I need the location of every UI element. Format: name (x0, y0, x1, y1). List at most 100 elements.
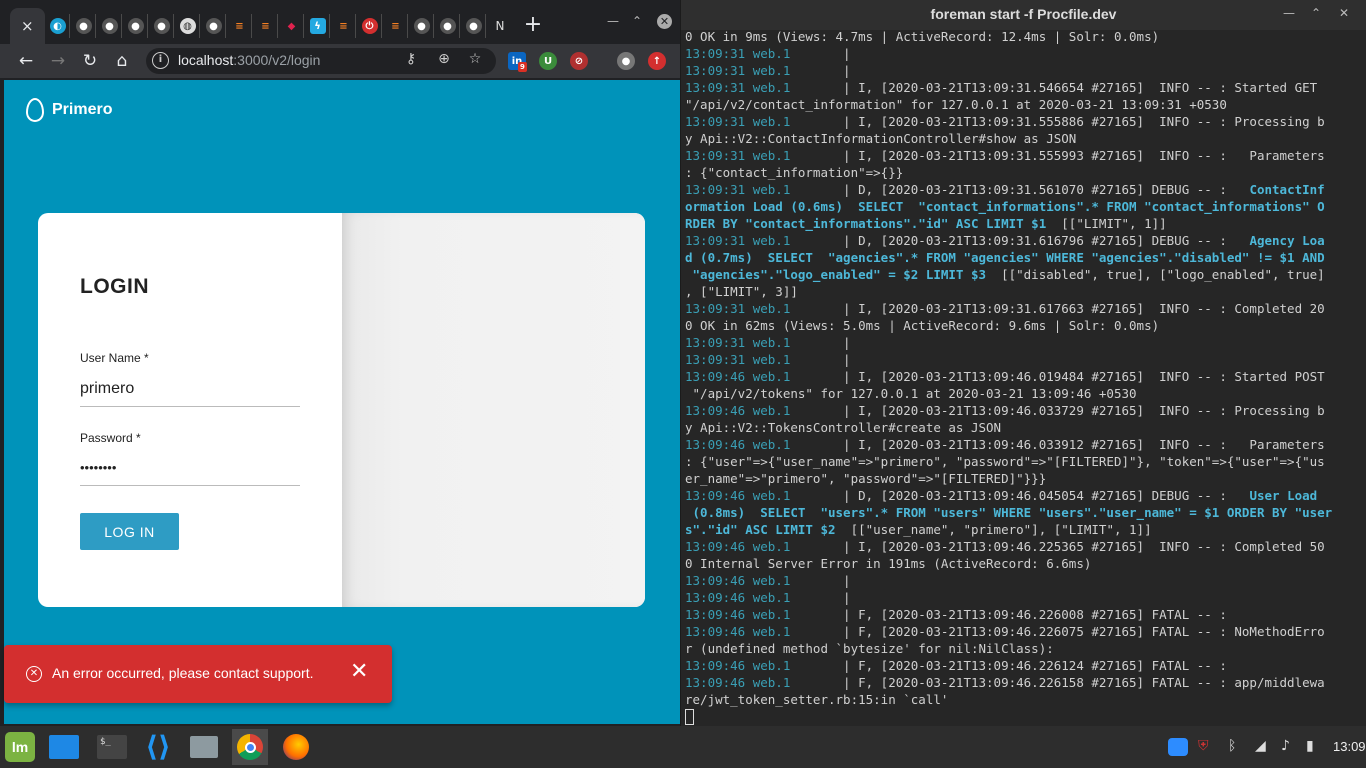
tab-n-label: N (495, 19, 505, 33)
grammar-extension-icon[interactable]: U (539, 52, 557, 70)
terminal-close-icon[interactable]: ✕ (1339, 6, 1349, 20)
show-desktop-icon[interactable] (46, 729, 82, 765)
tab-power[interactable]: ⏻ (358, 14, 382, 38)
terminal-line: 0 Internal Server Error in 191ms (Active… (685, 555, 1365, 572)
password-input[interactable]: •••••••• (80, 460, 300, 486)
tab-stackoverflow-3[interactable]: ≡ (332, 14, 356, 38)
tab-primero[interactable]: ◐ (46, 14, 70, 38)
terminal-line: ormation Load (0.6ms) SELECT "contact_in… (685, 198, 1365, 215)
terminal-line: RDER BY "contact_informations"."id" ASC … (685, 215, 1365, 232)
log-text: | F, [2020-03-21T13:09:46.226124 #27165]… (790, 658, 1227, 673)
terminal-output[interactable]: 0 OK in 9ms (Views: 4.7ms | ActiveRecord… (685, 28, 1365, 728)
address-bar[interactable]: i localhost:3000/v2/login ⚷ ⊕ ☆ (146, 48, 496, 74)
taskbar: lm $_ ⟨⟩ ⛨ ᛒ ◢ ♪ ▮ 13:09 (0, 726, 1366, 768)
tab-github-7[interactable]: ● (436, 14, 460, 38)
terminal-line: y Api::V2::ContactInformationController#… (685, 130, 1365, 147)
bookmark-star-icon[interactable]: ☆ (466, 51, 484, 67)
log-text: | F, [2020-03-21T13:09:46.226158 #27165]… (790, 675, 1325, 690)
update-arrow-icon[interactable]: ↑ (648, 52, 666, 70)
terminal-line: 13:09:46 web.1 | D, [2020-03-21T13:09:46… (685, 487, 1365, 504)
terminal-prompt-line (685, 708, 1365, 725)
log-text: r (undefined method `bytesize' for nil:N… (685, 641, 1054, 656)
tab-bolt[interactable]: ϟ (306, 14, 330, 38)
terminal-line: 13:09:46 web.1 | I, [2020-03-21T13:09:46… (685, 368, 1365, 385)
zoom-icon[interactable]: ⊕ (435, 51, 453, 67)
url-text[interactable]: localhost:3000/v2/login (178, 52, 320, 68)
mint-menu-icon[interactable]: lm (2, 729, 38, 765)
clock[interactable]: 13:09 (1333, 739, 1366, 754)
log-timestamp: 13:09:31 web.1 (685, 80, 791, 95)
terminal-line: 13:09:31 web.1 | D, [2020-03-21T13:09:31… (685, 232, 1365, 249)
stackoverflow-icon: ≡ (339, 20, 348, 32)
site-info-icon[interactable]: i (152, 52, 169, 69)
bluetooth-icon[interactable]: ᛒ (1228, 738, 1236, 754)
maximize-icon[interactable]: ⌃ (632, 14, 642, 28)
file-manager-icon[interactable] (186, 729, 222, 765)
username-input[interactable]: primero (80, 380, 300, 407)
terminal-minimize-icon[interactable]: — (1283, 6, 1295, 20)
log-text: | D, [2020-03-21T13:09:31.561070 #27165]… (790, 182, 1250, 197)
tab-github-2[interactable]: ● (98, 14, 122, 38)
login-button[interactable]: LOG IN (80, 513, 179, 550)
tab-github-5[interactable]: ● (202, 14, 226, 38)
vscode-icon[interactable]: ⟨⟩ (140, 729, 176, 765)
terminal-line: "agencies"."logo_enabled" = $2 LIMIT $3 … (685, 266, 1365, 283)
log-text: [["user_name", "primero"], ["LIMIT", 1]] (835, 522, 1152, 537)
log-text: | D, [2020-03-21T13:09:46.045054 #27165]… (790, 488, 1250, 503)
key-icon[interactable]: ⚷ (402, 51, 420, 67)
back-arrow-icon[interactable]: ← (15, 50, 37, 72)
tab-gem[interactable]: ◆ (280, 14, 304, 38)
sound-icon[interactable]: ♪ (1281, 738, 1290, 754)
terminal-window[interactable]: foreman start -f Procfile.dev — ⌃ ✕ 0 OK… (681, 0, 1366, 726)
window-close-icon[interactable]: ✕ (657, 14, 672, 29)
linkedin-extension-icon[interactable]: in 9 (508, 52, 527, 72)
log-timestamp: 13:09:46 web.1 (685, 624, 791, 639)
log-timestamp: 13:09:31 web.1 (685, 352, 791, 367)
wifi-icon[interactable]: ◢ (1255, 738, 1266, 754)
tab-github-3[interactable]: ● (124, 14, 148, 38)
log-text: | I, [2020-03-21T13:09:31.555886 #27165]… (790, 114, 1325, 129)
terminal-line: 13:09:31 web.1 | (685, 351, 1365, 368)
sql-text: RDER BY "contact_informations"."id" ASC … (685, 216, 1047, 231)
tab-n[interactable]: N (488, 14, 512, 38)
username-label: User Name * (80, 351, 149, 365)
home-icon[interactable]: ⌂ (111, 50, 133, 72)
tab-github-6[interactable]: ● (410, 14, 434, 38)
log-text: | I, [2020-03-21T13:09:31.546654 #27165]… (790, 80, 1318, 95)
log-timestamp: 13:09:46 web.1 (685, 658, 791, 673)
log-text: | F, [2020-03-21T13:09:46.226008 #27165]… (790, 607, 1227, 622)
snackbar-close-icon[interactable]: ✕ (350, 661, 368, 683)
shield-tray-icon[interactable]: ⛨ (1198, 738, 1209, 754)
tab-github-4[interactable]: ● (150, 14, 174, 38)
terminal-maximize-icon[interactable]: ⌃ (1311, 6, 1321, 20)
terminal-title: foreman start -f Procfile.dev (930, 6, 1117, 22)
terminal-app-icon[interactable]: $_ (94, 729, 130, 765)
new-tab-button[interactable]: + (522, 13, 544, 37)
blocker-extension-icon[interactable]: ⊘ (570, 52, 588, 70)
tab-stackoverflow-2[interactable]: ≡ (254, 14, 278, 38)
log-text: | (790, 590, 851, 605)
profile-avatar[interactable]: ● (617, 52, 635, 70)
log-text: | (790, 46, 851, 61)
battery-icon[interactable]: ▮ (1306, 738, 1314, 754)
terminal-line: d (0.7ms) SELECT "agencies".* FROM "agen… (685, 249, 1365, 266)
tab-globe[interactable]: ◍ (176, 14, 200, 38)
terminal-line: er_name"=>"primero", "password"=>"[FILTE… (685, 470, 1365, 487)
tab-stackoverflow-4[interactable]: ≡ (384, 14, 408, 38)
chrome-app-icon[interactable] (232, 729, 268, 765)
firefox-icon[interactable] (278, 729, 314, 765)
reload-icon[interactable]: ↻ (79, 50, 101, 72)
sql-text: "agencies"."logo_enabled" = $2 LIMIT $3 (685, 267, 987, 282)
tab-close-icon[interactable]: × (21, 16, 34, 36)
zoom-tray-icon[interactable] (1168, 738, 1188, 756)
sql-text: ContactInf (1249, 182, 1325, 197)
tab-github-1[interactable]: ● (72, 14, 96, 38)
tab-active[interactable]: × (10, 8, 45, 44)
password-label: Password * (80, 431, 141, 445)
tab-stackoverflow-1[interactable]: ≡ (228, 14, 252, 38)
tab-github-8[interactable]: ● (462, 14, 486, 38)
terminal-line: 0 OK in 9ms (Views: 4.7ms | ActiveRecord… (685, 28, 1365, 45)
terminal-line: 0 OK in 62ms (Views: 5.0ms | ActiveRecor… (685, 317, 1365, 334)
minimize-icon[interactable]: — (607, 14, 619, 28)
forward-arrow-icon[interactable]: → (47, 50, 69, 72)
